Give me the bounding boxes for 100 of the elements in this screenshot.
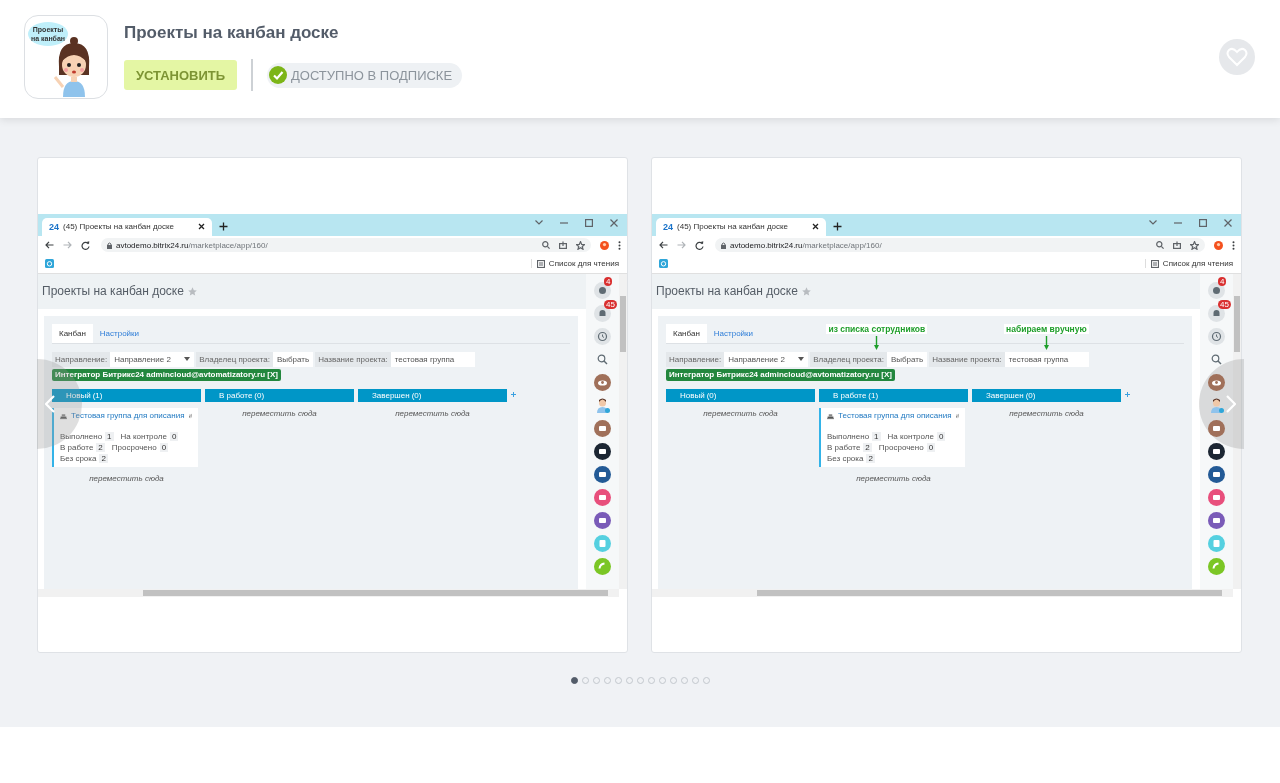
stat-value: 2 xyxy=(96,442,105,452)
profile-avatar-icon[interactable] xyxy=(1214,240,1223,250)
app-icon[interactable] xyxy=(594,465,611,483)
question-icon[interactable] xyxy=(594,281,611,299)
menu-icon[interactable] xyxy=(1232,240,1235,250)
column-header: Новый (0) xyxy=(666,388,815,402)
menu-icon[interactable] xyxy=(618,240,621,250)
clock-icon[interactable] xyxy=(594,327,611,345)
input-field[interactable]: тестовая группа xyxy=(390,351,475,367)
column-header: Завершен (0) xyxy=(972,388,1121,402)
chevron-down-icon[interactable] xyxy=(1149,220,1157,225)
add-column-icon[interactable] xyxy=(511,391,516,397)
app-icon[interactable] xyxy=(594,442,611,460)
project-link[interactable]: Тестовая группа для описания xyxy=(838,410,952,420)
person-avatar-icon[interactable] xyxy=(594,396,611,414)
tab[interactable]: Канбан xyxy=(52,323,93,343)
input-field[interactable]: тестовая группа xyxy=(1004,351,1089,367)
close-icon[interactable] xyxy=(1224,218,1232,227)
tab-title: (45) Проекты на канбан доске xyxy=(63,222,176,231)
swap-icon[interactable] xyxy=(955,412,959,419)
select-field[interactable]: Направление 2 xyxy=(110,351,195,367)
pagination-dot[interactable] xyxy=(570,677,578,684)
drop-hint: переместить сюда xyxy=(394,408,471,418)
column-header: В работе (1) xyxy=(819,388,968,402)
scrollbar[interactable] xyxy=(1233,273,1241,589)
user-tag: Интегратор Битрикс24 admincloud@avtomatizatory.ru [X] xyxy=(666,368,895,381)
swap-icon[interactable] xyxy=(188,412,192,419)
reading-list-button[interactable]: Список для чтения xyxy=(530,259,619,268)
star-icon[interactable] xyxy=(576,240,585,250)
filter-label: Название проекта: xyxy=(315,351,391,367)
next-slide-button[interactable] xyxy=(1199,359,1244,449)
minimize-icon[interactable] xyxy=(1174,221,1182,224)
stat-value: 2 xyxy=(863,442,872,452)
search-icon[interactable] xyxy=(597,353,608,365)
url-text: avtodemo.bitrix24.ru/marketplace/app/160/ xyxy=(116,240,268,250)
project-link[interactable]: Тестовая группа для описания xyxy=(71,410,185,420)
clock-icon[interactable] xyxy=(1208,327,1225,345)
annotation-label: набираем вручную xyxy=(1004,323,1089,334)
bookmark-app-icon[interactable] xyxy=(45,259,54,268)
reload-icon[interactable] xyxy=(81,240,90,250)
stat-label: Выполнено xyxy=(60,431,103,441)
arrow-left-icon[interactable] xyxy=(659,241,668,249)
zoom-icon[interactable] xyxy=(1156,241,1164,249)
column-header: Завершен (0) xyxy=(358,388,507,402)
stat-label: Без срока xyxy=(827,453,864,463)
arrow-left-icon[interactable] xyxy=(45,241,54,249)
star-icon[interactable] xyxy=(1190,240,1199,250)
address-bar[interactable]: avtodemo.bitrix24.ru/marketplace/app/160/ xyxy=(101,238,591,252)
scrollbar[interactable] xyxy=(38,588,619,597)
plus-icon[interactable] xyxy=(219,221,228,231)
browser-tab[interactable]: 24 (45) Проекты на канбан доске xyxy=(42,217,212,236)
share-icon[interactable] xyxy=(1173,241,1181,249)
drop-hint: переместить сюда xyxy=(855,473,932,483)
filter-label: Название проекта: xyxy=(929,351,1005,367)
filter-label: Направление: xyxy=(52,351,111,367)
zoom-icon[interactable] xyxy=(542,241,550,249)
user-tag: Интегратор Битрикс24 admincloud@avtomatizatory.ru [X] xyxy=(52,368,281,381)
tab[interactable]: Настройки xyxy=(92,323,147,343)
scrollbar[interactable] xyxy=(652,588,1233,597)
stat-value: 1 xyxy=(105,431,114,441)
maximize-icon[interactable] xyxy=(1199,218,1207,227)
filter-label: Владелец проекта: xyxy=(196,351,273,367)
add-column-icon[interactable] xyxy=(1125,391,1130,397)
star-icon[interactable] xyxy=(801,286,811,296)
filter-label: Владелец проекта: xyxy=(810,351,887,367)
close-icon xyxy=(812,223,819,230)
drop-hint: переместить сюда xyxy=(702,408,779,418)
person-avatar-icon[interactable] xyxy=(1208,396,1225,414)
caret-icon xyxy=(798,357,805,361)
stat-label: В работе xyxy=(827,442,861,452)
search-icon[interactable] xyxy=(1211,353,1222,365)
notification-badge: 45 xyxy=(1218,299,1231,309)
maximize-icon[interactable] xyxy=(585,218,593,227)
tab[interactable]: Настройки xyxy=(706,323,761,343)
app-icon[interactable] xyxy=(1208,465,1225,483)
bookmark-app-icon[interactable] xyxy=(659,259,668,268)
site-logo: 24 xyxy=(663,221,673,232)
address-bar[interactable]: avtodemo.bitrix24.ru/marketplace/app/160/ xyxy=(715,238,1205,252)
share-icon[interactable] xyxy=(559,241,567,249)
stat-label: На контроле xyxy=(887,431,934,441)
plus-icon[interactable] xyxy=(833,221,842,231)
stat-label: Выполнено xyxy=(827,431,870,441)
chevron-down-icon[interactable] xyxy=(535,220,543,225)
check-icon xyxy=(269,66,287,84)
app-icon[interactable] xyxy=(1208,442,1225,460)
question-icon[interactable] xyxy=(1208,281,1225,299)
column-header: В работе (0) xyxy=(205,388,354,402)
reload-icon[interactable] xyxy=(695,240,704,250)
star-icon[interactable] xyxy=(187,286,197,296)
choose-button[interactable]: Выбрать xyxy=(272,351,314,367)
select-field[interactable]: Направление 2 xyxy=(724,351,809,367)
close-icon[interactable] xyxy=(610,218,618,227)
browser-tab[interactable]: 24 (45) Проекты на канбан доске xyxy=(656,217,826,236)
minimize-icon[interactable] xyxy=(560,221,568,224)
choose-button[interactable]: Выбрать xyxy=(886,351,928,367)
annotation-label: из списка сотрудников xyxy=(826,323,928,334)
tab[interactable]: Канбан xyxy=(666,323,707,343)
scrollbar[interactable] xyxy=(619,273,627,589)
profile-avatar-icon[interactable] xyxy=(600,240,609,250)
reading-list-button[interactable]: Список для чтения xyxy=(1144,259,1233,268)
